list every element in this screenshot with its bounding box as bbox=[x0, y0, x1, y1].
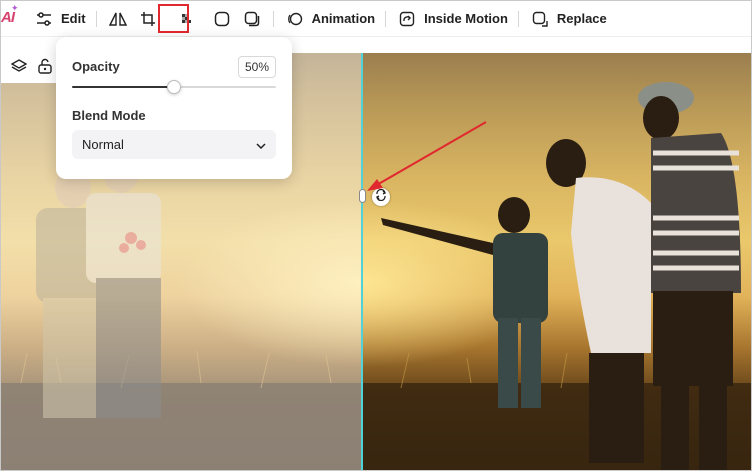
flip-button[interactable] bbox=[103, 5, 133, 33]
unlock-icon[interactable] bbox=[37, 58, 53, 79]
annotation-arrow bbox=[367, 121, 487, 191]
opacity-label: Opacity bbox=[72, 59, 120, 74]
opacity-popover: Opacity 50% Blend Mode Normal bbox=[56, 37, 292, 179]
animation-icon bbox=[284, 8, 306, 30]
top-toolbar: AI ✦ Edit Animation Inside Motion Replac… bbox=[1, 1, 751, 37]
opacity-slider-thumb[interactable] bbox=[167, 80, 181, 94]
opacity-value-input[interactable]: 50% bbox=[238, 56, 276, 78]
edit-button[interactable]: Edit bbox=[29, 5, 90, 33]
replace-label: Replace bbox=[556, 11, 607, 26]
toolbar-divider bbox=[385, 10, 387, 27]
blend-mode-label: Blend Mode bbox=[72, 108, 146, 123]
replace-button[interactable]: Replace bbox=[525, 5, 611, 33]
opacity-slider[interactable] bbox=[72, 80, 276, 94]
blend-mode-select[interactable]: Normal bbox=[72, 130, 276, 159]
inside-motion-label: Inside Motion bbox=[424, 11, 508, 26]
animation-button[interactable]: Animation bbox=[280, 5, 380, 33]
flip-icon bbox=[107, 8, 129, 30]
inside-motion-icon bbox=[396, 8, 418, 30]
inside-motion-button[interactable]: Inside Motion bbox=[392, 5, 512, 33]
blend-mode-value: Normal bbox=[82, 137, 124, 152]
animation-label: Animation bbox=[311, 11, 376, 26]
layers-icon[interactable] bbox=[10, 58, 28, 79]
opacity-slider-fill bbox=[72, 86, 174, 88]
highlight-annotation bbox=[158, 4, 189, 33]
toolbar-divider bbox=[517, 10, 519, 27]
shadow-square-icon bbox=[241, 8, 263, 30]
toolbar-divider bbox=[95, 10, 97, 27]
sliders-icon bbox=[33, 8, 55, 30]
sparkle-icon: ✦ bbox=[11, 3, 19, 13]
editor-window: AI ✦ Edit Animation Inside Motion Replac… bbox=[0, 0, 752, 471]
crop-icon bbox=[137, 8, 159, 30]
edit-label: Edit bbox=[61, 11, 86, 26]
toolbar-divider bbox=[272, 10, 274, 27]
replace-icon bbox=[529, 8, 551, 30]
rounded-square-icon bbox=[211, 8, 233, 30]
layer-tools bbox=[1, 53, 63, 83]
corner-radius-button[interactable] bbox=[207, 5, 237, 33]
shadow-button[interactable] bbox=[237, 5, 267, 33]
chevron-down-icon bbox=[256, 137, 266, 152]
